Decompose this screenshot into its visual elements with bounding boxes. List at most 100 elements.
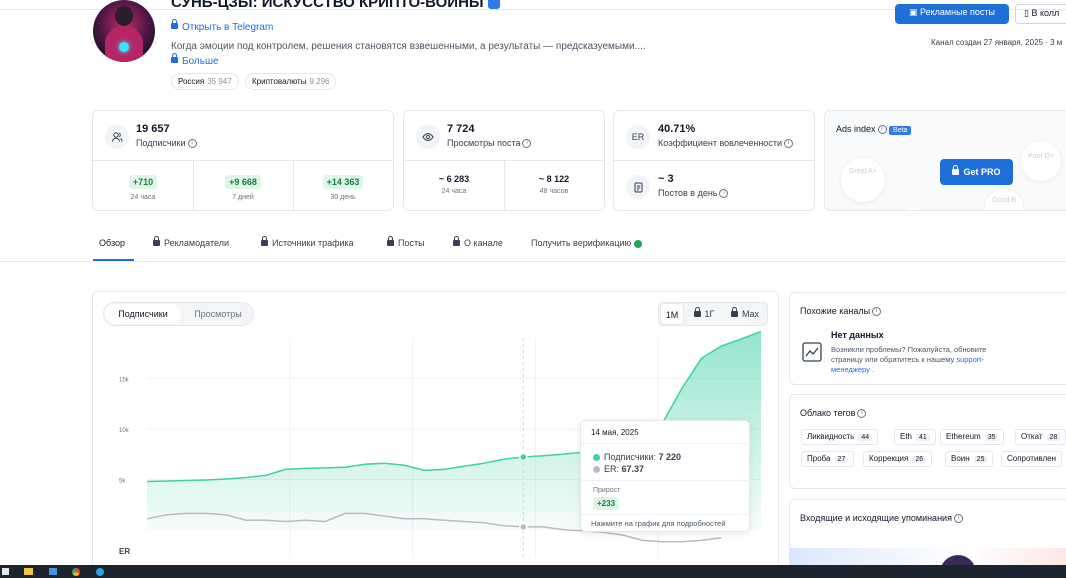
channel-avatar <box>93 0 155 62</box>
info-icon[interactable]: i <box>187 139 197 149</box>
toggle-subscribers[interactable]: Подписчики <box>105 304 181 324</box>
add-to-collection-button[interactable]: ▯ В колл <box>1015 4 1066 24</box>
views-48h: ~ 8 122 48 часов <box>538 174 570 195</box>
info-icon[interactable]: i <box>783 139 793 149</box>
tooltip-er: ER: 67.37 <box>593 464 644 474</box>
tag-chip[interactable]: Сопротивлен <box>1001 451 1063 467</box>
support-link[interactable]: support- <box>956 355 984 364</box>
hover-point-subscribers <box>519 452 528 462</box>
range-1m[interactable]: 1М <box>660 303 684 325</box>
windows-start-icon[interactable] <box>2 568 9 575</box>
ads-posts-button[interactable]: ▣ Рекламные посты <box>895 4 1009 24</box>
views-label: Просмотры поста i <box>447 138 532 149</box>
document-icon <box>626 175 650 199</box>
beta-badge: Beta <box>889 126 912 135</box>
range-max[interactable]: Max <box>724 303 766 325</box>
growth-30d: +14 363 30 день <box>293 172 393 201</box>
subscribers-label: Подписчики i <box>136 138 197 149</box>
growth-24h: +710 24 часа <box>128 175 158 201</box>
ads-index-card: Great A+ Good B Poor D+ Ads index i Beta … <box>824 110 1066 211</box>
no-data-text-2: страницу или обратитесь к нашему support… <box>831 355 984 364</box>
tag-chip[interactable]: Воин 25 <box>945 451 994 467</box>
no-data-title: Нет данных <box>831 330 884 340</box>
grade-coin-poor: Poor D+ <box>1021 141 1061 181</box>
lock-icon <box>153 235 160 246</box>
lock-icon <box>693 306 701 317</box>
card-divider <box>93 160 393 161</box>
active-tab-indicator <box>93 259 134 261</box>
tab-posts[interactable]: Посты <box>387 235 425 248</box>
tab-about[interactable]: О канале <box>453 235 503 248</box>
info-icon[interactable]: i <box>719 189 729 199</box>
lock-icon <box>453 235 460 246</box>
open-telegram-link[interactable]: Открыть в Telegram <box>171 19 273 33</box>
tag-chip[interactable]: Eth 41 <box>894 429 936 445</box>
views-24h: ~ 6 283 24 часа <box>438 174 470 195</box>
subscribers-card: 19 657 Подписчики i +710 24 часа +9 668 7 д… <box>92 110 394 211</box>
app-icon[interactable] <box>49 568 57 575</box>
lock-icon <box>171 19 178 30</box>
views-value: 7 724 <box>447 123 475 135</box>
file-explorer-icon[interactable] <box>24 568 33 575</box>
info-icon[interactable]: i <box>522 139 532 149</box>
hover-point-er <box>519 522 528 532</box>
more-link[interactable]: Больше <box>171 53 219 67</box>
tag-cloud-card: Облако тегов i Ликвидность 44 Eth 41 Ethere… <box>789 394 1066 489</box>
tooltip-growth-label: Прирост <box>593 487 621 494</box>
users-icon <box>105 125 129 149</box>
chart-tooltip: 14 мая, 2025 Подписчики: 7 220 ER: 67.37… <box>580 420 751 532</box>
verified-icon <box>487 0 500 10</box>
tooltip-growth-value: +233 <box>593 497 620 510</box>
y-tick-label: 10k <box>119 428 130 434</box>
growth-7d: +9 668 7 дней <box>193 172 293 201</box>
tag-country[interactable]: Россия 35 947 <box>171 73 239 90</box>
posts-label: Постов в день i <box>658 188 729 199</box>
get-pro-button[interactable]: Get PRO <box>940 159 1013 185</box>
info-icon[interactable]: i <box>877 125 887 135</box>
telegram-icon[interactable] <box>96 568 104 576</box>
tag-chip[interactable]: Проба 27 <box>801 451 855 467</box>
tag-category[interactable]: Криптовалюты 9 296 <box>245 73 337 90</box>
y-tick-label: 15k <box>119 377 130 383</box>
grade-coin-great: Great A+ <box>841 158 885 202</box>
chrome-icon[interactable] <box>72 568 80 576</box>
tab-verification[interactable]: Получить верификацию <box>531 238 643 248</box>
er-value: 40.71% <box>658 123 696 135</box>
info-icon[interactable]: i <box>872 307 882 317</box>
tag-cloud-title: Облако тегов i <box>800 408 867 419</box>
er-icon: ER <box>626 125 650 149</box>
tab-advertisers[interactable]: Рекламодатели <box>153 235 229 248</box>
tag-chip[interactable]: Ликвидность 44 <box>801 429 879 445</box>
lock-icon <box>952 164 960 175</box>
channel-description: Когда эмоции под контролем, решения стан… <box>171 41 646 52</box>
chart-empty-icon <box>802 342 822 367</box>
channel-title: СУНЬ-ЦЗЫ: ИСКУССТВО КРИПТО-ВОЙНЫ <box>171 0 500 11</box>
grade-coin-good: Good B <box>985 189 1023 210</box>
posts-value: ~ 3 <box>658 173 674 185</box>
tag-chip[interactable]: Ethereum 35 <box>940 429 1005 445</box>
support-link-2[interactable]: менеджеру . <box>831 365 874 374</box>
card-divider <box>614 160 814 161</box>
tooltip-hint: Нажмите на график для подробностей <box>591 519 726 528</box>
subscribers-dot <box>593 454 600 462</box>
tag-chip[interactable]: Откат 28 <box>1015 429 1066 445</box>
range-1y[interactable]: 1Г <box>688 303 720 325</box>
y-tick-label: 5k <box>119 478 126 484</box>
info-icon[interactable]: i <box>953 514 963 524</box>
ads-index-label: Ads index i Beta <box>836 124 912 135</box>
info-icon[interactable]: i <box>857 409 867 419</box>
toggle-views[interactable]: Просмотры <box>184 304 252 324</box>
created-date: Канал создан 27 января, 2025 · 3 м <box>931 38 1063 47</box>
tabs-divider <box>0 261 1066 262</box>
mentions-title: Входящие и исходящие упоминания i <box>800 513 963 524</box>
megaphone-icon: ▣ <box>908 7 920 17</box>
lock-icon <box>387 235 394 246</box>
er-label: Коэффициент вовлеченности i <box>658 138 793 149</box>
tag-chip[interactable]: Коррекция 26 <box>863 451 933 467</box>
tab-traffic-sources[interactable]: Источники трафика <box>261 235 354 248</box>
lock-icon <box>730 306 738 317</box>
er-dot <box>593 466 600 474</box>
similar-channels-card: Похожие каналы i Нет данных Возникли проб… <box>789 292 1066 385</box>
tab-overview[interactable]: Обзор <box>99 238 125 248</box>
similar-channels-title: Похожие каналы i <box>800 306 882 317</box>
